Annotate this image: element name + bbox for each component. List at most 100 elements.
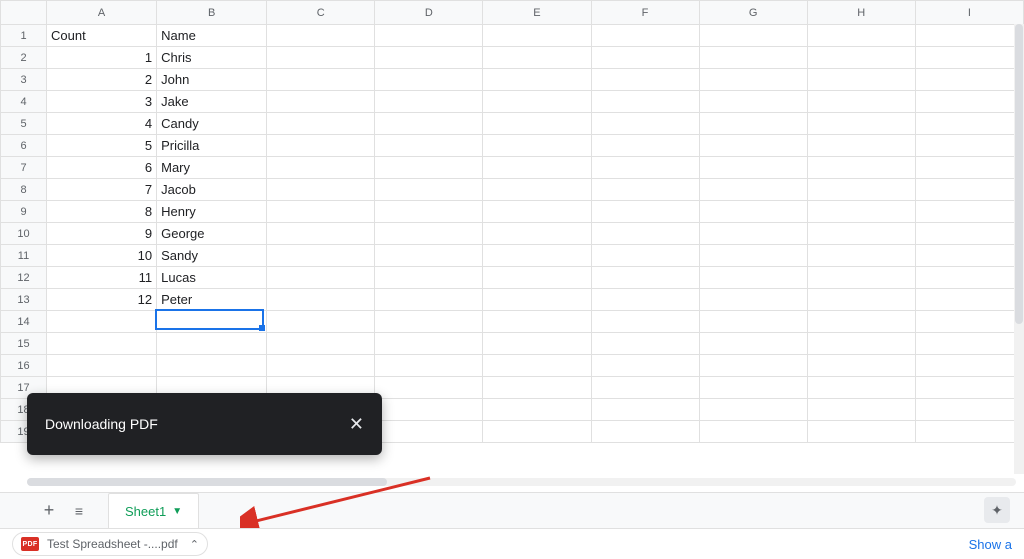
cell-A2[interactable]: 1 (47, 47, 157, 69)
cell-E17[interactable] (483, 377, 591, 399)
row-header-1[interactable]: 1 (1, 25, 47, 47)
row-header-2[interactable]: 2 (1, 47, 47, 69)
cell-D17[interactable] (375, 377, 483, 399)
cell-H12[interactable] (807, 267, 915, 289)
cell-G16[interactable] (699, 355, 807, 377)
cell-H3[interactable] (807, 69, 915, 91)
row-header-14[interactable]: 14 (1, 311, 47, 333)
cell-G5[interactable] (699, 113, 807, 135)
cell-A10[interactable]: 9 (47, 223, 157, 245)
cell-G8[interactable] (699, 179, 807, 201)
cell-B15[interactable] (157, 333, 267, 355)
row-header-13[interactable]: 13 (1, 289, 47, 311)
cell-H13[interactable] (807, 289, 915, 311)
cell-H14[interactable] (807, 311, 915, 333)
cell-E2[interactable] (483, 47, 591, 69)
cell-B14[interactable] (157, 311, 267, 333)
cell-A11[interactable]: 10 (47, 245, 157, 267)
cell-E14[interactable] (483, 311, 591, 333)
cell-C7[interactable] (267, 157, 375, 179)
cell-H5[interactable] (807, 113, 915, 135)
cell-G17[interactable] (699, 377, 807, 399)
row-header-15[interactable]: 15 (1, 333, 47, 355)
cell-A4[interactable]: 3 (47, 91, 157, 113)
cell-E9[interactable] (483, 201, 591, 223)
chevron-up-icon[interactable]: ⌃ (190, 538, 199, 551)
cell-H17[interactable] (807, 377, 915, 399)
cell-G13[interactable] (699, 289, 807, 311)
column-header-A[interactable]: A (47, 1, 157, 25)
cell-F4[interactable] (591, 91, 699, 113)
cell-B5[interactable]: Candy (157, 113, 267, 135)
row-header-9[interactable]: 9 (1, 201, 47, 223)
row-header-12[interactable]: 12 (1, 267, 47, 289)
cell-B3[interactable]: John (157, 69, 267, 91)
cell-B6[interactable]: Pricilla (157, 135, 267, 157)
cell-B12[interactable]: Lucas (157, 267, 267, 289)
cell-B13[interactable]: Peter (157, 289, 267, 311)
cell-E1[interactable] (483, 25, 591, 47)
cell-F2[interactable] (591, 47, 699, 69)
vertical-scroll-thumb[interactable] (1015, 24, 1023, 324)
cell-G10[interactable] (699, 223, 807, 245)
cell-D4[interactable] (375, 91, 483, 113)
cell-A1[interactable]: Count (47, 25, 157, 47)
cell-I3[interactable] (915, 69, 1023, 91)
chevron-down-icon[interactable]: ▼ (172, 506, 182, 517)
row-header-11[interactable]: 11 (1, 245, 47, 267)
cell-G6[interactable] (699, 135, 807, 157)
cell-H15[interactable] (807, 333, 915, 355)
add-sheet-button[interactable]: + (34, 496, 64, 526)
cell-D18[interactable] (375, 399, 483, 421)
cell-D13[interactable] (375, 289, 483, 311)
cell-A12[interactable]: 11 (47, 267, 157, 289)
cell-F8[interactable] (591, 179, 699, 201)
cell-A14[interactable] (47, 311, 157, 333)
cell-D8[interactable] (375, 179, 483, 201)
cell-F9[interactable] (591, 201, 699, 223)
cell-G18[interactable] (699, 399, 807, 421)
cell-C11[interactable] (267, 245, 375, 267)
cell-A9[interactable]: 8 (47, 201, 157, 223)
cell-G3[interactable] (699, 69, 807, 91)
cell-E8[interactable] (483, 179, 591, 201)
cell-C9[interactable] (267, 201, 375, 223)
cell-A16[interactable] (47, 355, 157, 377)
cell-I10[interactable] (915, 223, 1023, 245)
cell-E18[interactable] (483, 399, 591, 421)
cell-F1[interactable] (591, 25, 699, 47)
cell-A13[interactable]: 12 (47, 289, 157, 311)
cell-G12[interactable] (699, 267, 807, 289)
cell-I9[interactable] (915, 201, 1023, 223)
cell-C5[interactable] (267, 113, 375, 135)
cell-G4[interactable] (699, 91, 807, 113)
cell-G7[interactable] (699, 157, 807, 179)
cell-H9[interactable] (807, 201, 915, 223)
column-header-D[interactable]: D (375, 1, 483, 25)
cell-G14[interactable] (699, 311, 807, 333)
cell-F3[interactable] (591, 69, 699, 91)
cell-A5[interactable]: 4 (47, 113, 157, 135)
cell-H8[interactable] (807, 179, 915, 201)
cell-E5[interactable] (483, 113, 591, 135)
cell-B9[interactable]: Henry (157, 201, 267, 223)
cell-C13[interactable] (267, 289, 375, 311)
cell-H1[interactable] (807, 25, 915, 47)
cell-F7[interactable] (591, 157, 699, 179)
cell-B7[interactable]: Mary (157, 157, 267, 179)
cell-E12[interactable] (483, 267, 591, 289)
cell-H16[interactable] (807, 355, 915, 377)
cell-F12[interactable] (591, 267, 699, 289)
row-header-10[interactable]: 10 (1, 223, 47, 245)
cell-A3[interactable]: 2 (47, 69, 157, 91)
cell-A15[interactable] (47, 333, 157, 355)
cell-G11[interactable] (699, 245, 807, 267)
cell-G9[interactable] (699, 201, 807, 223)
row-header-5[interactable]: 5 (1, 113, 47, 135)
row-header-8[interactable]: 8 (1, 179, 47, 201)
cell-I19[interactable] (915, 421, 1023, 443)
cell-G19[interactable] (699, 421, 807, 443)
cell-F17[interactable] (591, 377, 699, 399)
cell-H2[interactable] (807, 47, 915, 69)
cell-H4[interactable] (807, 91, 915, 113)
